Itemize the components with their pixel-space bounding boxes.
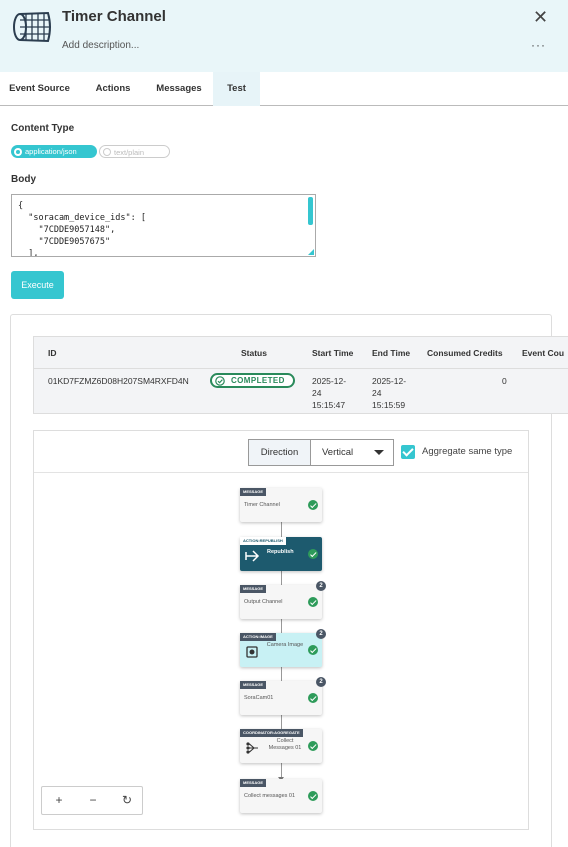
- column-header-id[interactable]: ID: [48, 348, 57, 358]
- column-header-start-time[interactable]: Start Time: [312, 348, 353, 358]
- flow-diagram[interactable]: Direction Vertical Aggregate same type M…: [33, 430, 529, 830]
- body-textarea[interactable]: { "soracam_device_ids": [ "7CDDE9057148"…: [11, 194, 316, 257]
- status-text: COMPLETED: [231, 376, 285, 385]
- flow-node-timer-channel[interactable]: MESSAGE Timer Channel: [240, 488, 322, 522]
- flow-node-output-channel[interactable]: MESSAGE Output Channel 2: [240, 581, 326, 619]
- zoom-out-button[interactable]: −: [76, 787, 110, 814]
- reset-view-button[interactable]: ↻: [110, 787, 144, 814]
- node-type-tag: MESSAGE: [240, 585, 267, 593]
- radio-label: text/plain: [114, 148, 145, 157]
- cell-start-time: 2025-12- 24 15:15:47: [312, 376, 347, 410]
- check-circle-icon: [215, 375, 225, 386]
- node-name: Republish: [267, 549, 294, 555]
- page-title: Timer Channel: [62, 8, 166, 25]
- flow-edge: [278, 667, 284, 685]
- success-check-icon: [308, 549, 318, 559]
- column-header-status[interactable]: Status: [241, 348, 267, 358]
- flow-edge: [278, 619, 284, 637]
- close-icon[interactable]: ✕: [533, 8, 548, 26]
- execute-button[interactable]: Execute: [11, 271, 64, 299]
- zoom-in-button[interactable]: +: [42, 787, 76, 814]
- node-name: Collect Messages 01: [268, 738, 302, 751]
- table-divider: [34, 368, 568, 369]
- radio-application-json[interactable]: application/json: [11, 145, 97, 158]
- flow-node-republish[interactable]: ACTION:REPUBLISH Republish: [240, 537, 322, 571]
- node-name: Output Channel: [244, 599, 283, 605]
- node-name: Camera Image: [266, 642, 304, 648]
- cell-consumed-credits: 0: [502, 376, 507, 386]
- panel-header: Timer Channel Add description... ✕ ···: [0, 0, 568, 72]
- flow-node-collect-messages[interactable]: COORDINATOR:AGGREGATE Collect Messages 0…: [240, 729, 322, 763]
- flow-edge: [278, 571, 284, 589]
- flow-edge: [278, 763, 284, 781]
- radio-label: application/json: [25, 147, 77, 156]
- cell-id[interactable]: 01KD7FZMZ6D08H207SM4RXFD4N: [48, 375, 189, 387]
- flow-edge: [278, 522, 284, 541]
- tab-test[interactable]: Test: [213, 72, 260, 106]
- node-name: Timer Channel: [244, 502, 280, 508]
- column-header-event-count[interactable]: Event Cou: [522, 348, 564, 358]
- chevron-down-icon: [374, 450, 384, 455]
- tab-bar: Event Source Actions Messages Test: [0, 72, 568, 106]
- node-type-tag: ACTION:IMAGE: [240, 633, 276, 641]
- success-check-icon: [308, 645, 318, 655]
- flow-toolbar: Direction Vertical Aggregate same type: [34, 431, 528, 473]
- node-type-tag: MESSAGE: [240, 681, 267, 689]
- resize-handle[interactable]: [308, 249, 314, 255]
- direction-label: Direction: [248, 439, 311, 466]
- flow-node-collect-messages-01[interactable]: MESSAGE Collect messages 01: [240, 779, 322, 813]
- tab-event-source[interactable]: Event Source: [0, 72, 79, 106]
- column-header-end-time[interactable]: End Time: [372, 348, 410, 358]
- direction-value: Vertical: [322, 447, 354, 458]
- aggregate-label: Aggregate same type: [422, 446, 513, 457]
- more-options-icon[interactable]: ···: [531, 38, 546, 52]
- node-name: SoraCam01: [244, 695, 274, 701]
- flow-node-camera-image[interactable]: ACTION:IMAGE Camera Image 2: [240, 629, 326, 667]
- success-check-icon: [308, 693, 318, 703]
- republish-arrow-icon: [245, 550, 260, 562]
- success-check-icon: [308, 597, 318, 607]
- body-text[interactable]: { "soracam_device_ids": [ "7CDDE9057148"…: [12, 195, 315, 256]
- body-scrollbar[interactable]: [308, 197, 313, 225]
- tab-messages[interactable]: Messages: [147, 72, 211, 106]
- cell-end-time: 2025-12- 24 15:15:59: [372, 376, 407, 410]
- column-header-consumed-credits[interactable]: Consumed Credits: [427, 348, 503, 358]
- flow-edge: [278, 715, 284, 733]
- net-icon: [13, 11, 51, 43]
- success-check-icon: [308, 500, 318, 510]
- success-check-icon: [308, 791, 318, 801]
- radio-text-plain[interactable]: text/plain: [99, 145, 170, 158]
- node-type-tag: COORDINATOR:AGGREGATE: [240, 729, 303, 737]
- count-badge: 2: [316, 581, 326, 591]
- direction-select[interactable]: Vertical: [311, 439, 394, 466]
- flow-node-soracam01[interactable]: MESSAGE SoraCam01 2: [240, 677, 326, 715]
- aggregate-icon: [246, 742, 258, 754]
- node-name: Collect messages 01: [244, 793, 296, 799]
- body-label: Body: [11, 174, 36, 185]
- node-type-tag: ACTION:REPUBLISH: [240, 537, 286, 545]
- status-badge: COMPLETED: [210, 373, 295, 388]
- zoom-controls: + − ↻: [41, 786, 143, 815]
- aggregate-checkbox[interactable]: [401, 445, 415, 459]
- description-field[interactable]: Add description...: [62, 40, 139, 51]
- radio-selected-icon: [14, 147, 22, 156]
- count-badge: 2: [316, 629, 326, 639]
- success-check-icon: [308, 741, 318, 751]
- tab-actions[interactable]: Actions: [83, 72, 143, 106]
- count-badge: 2: [316, 677, 326, 687]
- radio-unselected-icon: [103, 147, 111, 156]
- camera-icon: [246, 646, 258, 658]
- content-type-label: Content Type: [11, 123, 75, 134]
- results-table: ID Status Start Time End Time Consumed C…: [33, 336, 568, 414]
- node-type-tag: MESSAGE: [240, 779, 267, 787]
- node-type-tag: MESSAGE: [240, 488, 267, 496]
